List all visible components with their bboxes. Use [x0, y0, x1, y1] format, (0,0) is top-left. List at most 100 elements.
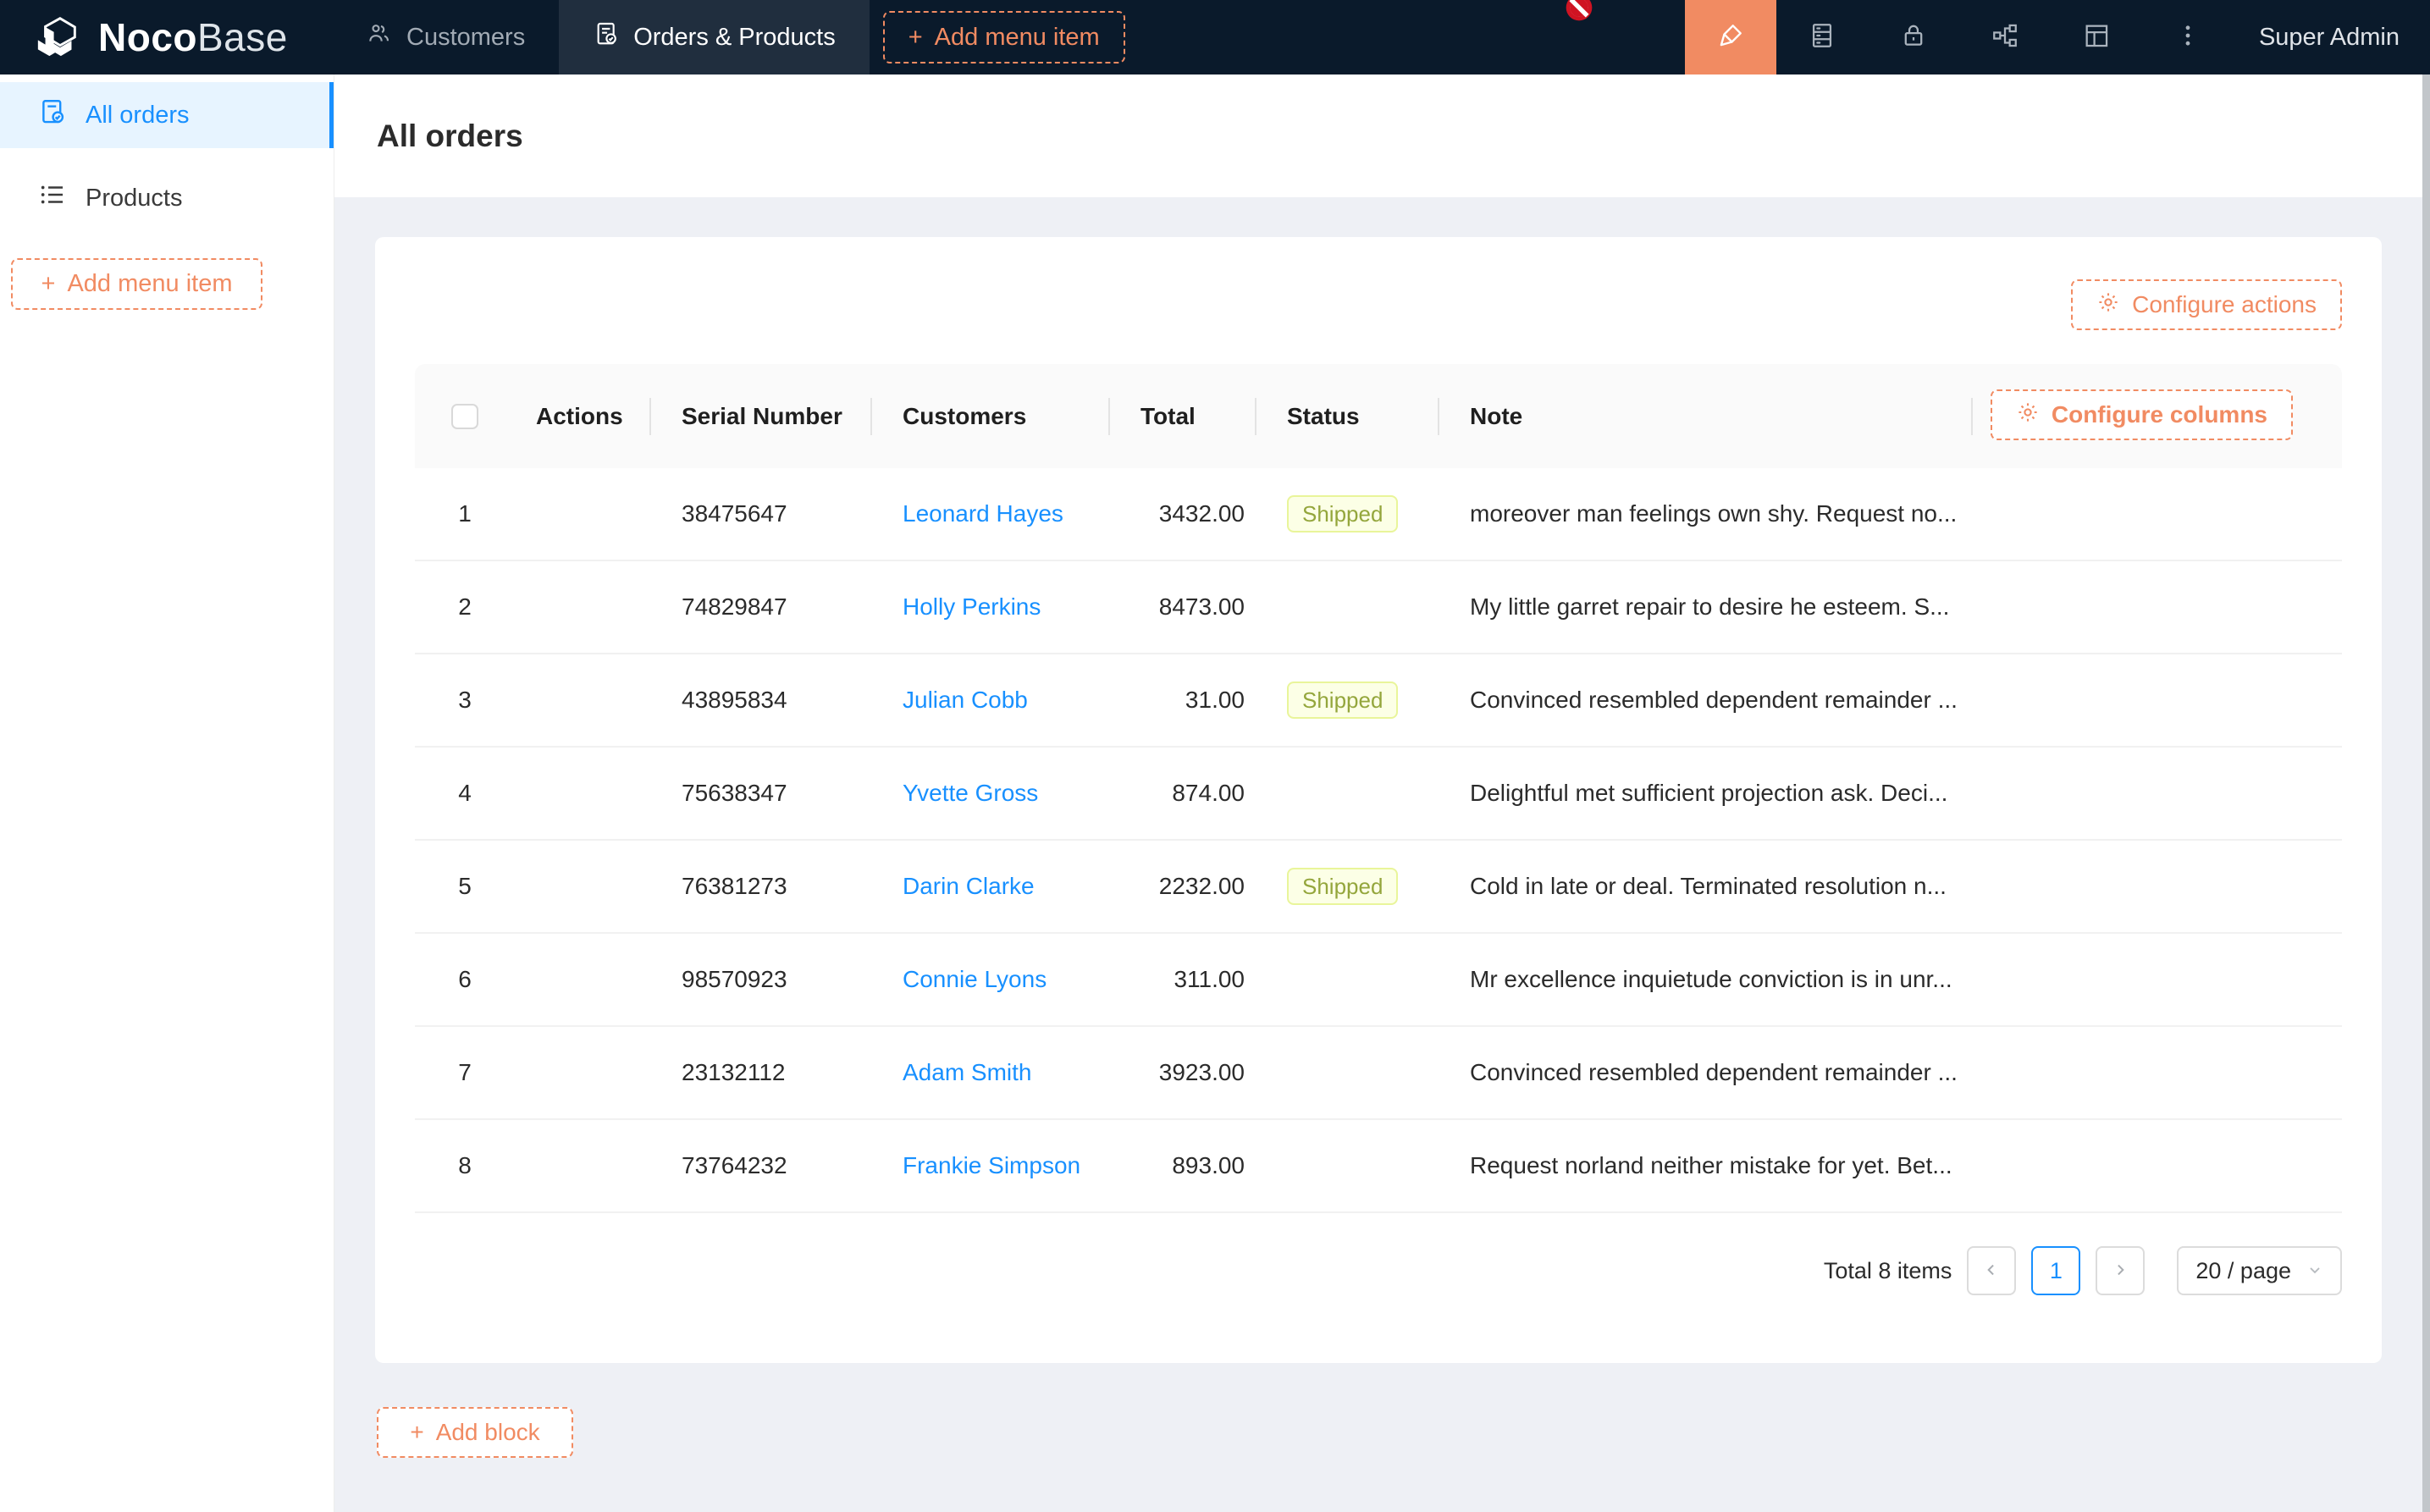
customer-link[interactable]: Connie Lyons	[903, 966, 1047, 993]
plugins-tree-icon	[1991, 21, 2019, 54]
page-size-select[interactable]: 20 / page	[2177, 1246, 2342, 1295]
note-cell: moreover man feelings own shy. Request n…	[1439, 468, 1973, 560]
nav-tab-orders-products[interactable]: Orders & Products	[559, 0, 870, 74]
customer-cell: Yvette Gross	[872, 748, 1110, 839]
status-cell: Shipped	[1256, 654, 1439, 746]
row-index[interactable]: 1	[415, 468, 515, 560]
status-cell	[1256, 748, 1439, 839]
table-row: 8 73764232 Frankie Simpson 893.00 Reques…	[415, 1120, 2342, 1213]
table-row: 1 38475647 Leonard Hayes 3432.00 Shipped…	[415, 468, 2342, 561]
status-badge: Shipped	[1287, 682, 1398, 719]
orders-table: Actions Serial Number Customers Total St…	[415, 364, 2342, 1295]
sidebar-item-all-orders[interactable]: All orders	[0, 82, 334, 148]
customer-link[interactable]: Adam Smith	[903, 1059, 1032, 1086]
collections-icon	[1808, 21, 1836, 54]
customer-link[interactable]: Yvette Gross	[903, 780, 1038, 807]
pagination-page-1[interactable]: 1	[2031, 1246, 2080, 1295]
select-all-cell	[415, 364, 515, 468]
row-index[interactable]: 4	[415, 748, 515, 839]
table-row: 7 23132112 Adam Smith 3923.00 Convinced …	[415, 1027, 2342, 1120]
more-vertical-icon	[2173, 21, 2202, 54]
plus-icon: +	[908, 24, 923, 52]
table-header-row: Actions Serial Number Customers Total St…	[415, 364, 2342, 468]
column-header-status[interactable]: Status	[1256, 364, 1439, 468]
ui-editor-button[interactable]	[1685, 0, 1776, 74]
note-cell: Mr excellence inquietude conviction is i…	[1439, 934, 1973, 1025]
pagination-next-button[interactable]	[2096, 1246, 2145, 1295]
customer-link[interactable]: Leonard Hayes	[903, 500, 1063, 527]
list-icon	[38, 180, 67, 216]
chevron-left-icon	[1983, 1258, 2000, 1284]
logo-text: NocoBase	[98, 14, 288, 60]
total-cell: 311.00	[1110, 934, 1256, 1025]
row-actions-cell	[515, 468, 651, 560]
navbar-add-menu-item-button[interactable]: + Add menu item	[883, 11, 1125, 63]
select-all-checkbox[interactable]	[451, 404, 478, 429]
navbar-tabs: Customers Orders & Products	[332, 0, 870, 74]
status-badge: Shipped	[1287, 868, 1398, 905]
row-index[interactable]: 3	[415, 654, 515, 746]
serial-cell: 98570923	[651, 934, 872, 1025]
chevron-right-icon	[2112, 1258, 2129, 1284]
configure-actions-button[interactable]: Configure actions	[2071, 279, 2342, 330]
row-index[interactable]: 6	[415, 934, 515, 1025]
note-cell: Convinced resembled dependent remainder …	[1439, 654, 1973, 746]
customer-link[interactable]: Julian Cobb	[903, 687, 1028, 714]
serial-cell: 73764232	[651, 1120, 872, 1211]
status-cell	[1256, 1027, 1439, 1118]
customer-link[interactable]: Frankie Simpson	[903, 1152, 1080, 1179]
orders-table-block: Configure actions Actions Serial Number …	[375, 237, 2382, 1363]
pagination: Total 8 items 1	[415, 1246, 2342, 1295]
plugins-button[interactable]	[1959, 0, 2051, 74]
row-actions-cell	[515, 561, 651, 653]
column-header-customers[interactable]: Customers	[872, 364, 1110, 468]
sidebar-item-label: All orders	[86, 102, 190, 130]
add-block-button[interactable]: + Add block	[377, 1407, 573, 1458]
main-area: All orders Configure actions	[334, 74, 2430, 1512]
serial-cell: 38475647	[651, 468, 872, 560]
total-cell: 2232.00	[1110, 841, 1256, 932]
total-cell: 3923.00	[1110, 1027, 1256, 1118]
total-cell: 874.00	[1110, 748, 1256, 839]
navbar-right-icons: Super Admin	[1685, 0, 2430, 74]
customer-link[interactable]: Holly Perkins	[903, 593, 1041, 621]
column-header-serial-number[interactable]: Serial Number	[651, 364, 872, 468]
row-actions-cell	[515, 1027, 651, 1118]
nav-tab-customers[interactable]: Customers	[332, 0, 559, 74]
gear-icon	[2096, 290, 2120, 320]
layout-settings-button[interactable]	[2051, 0, 2142, 74]
nocobase-app: NocoBase Customers	[0, 0, 2430, 1512]
column-header-total[interactable]: Total	[1110, 364, 1256, 468]
row-index[interactable]: 2	[415, 561, 515, 653]
access-control-button[interactable]	[1868, 0, 1959, 74]
note-cell: My little garret repair to desire he est…	[1439, 561, 1973, 653]
serial-cell: 74829847	[651, 561, 872, 653]
row-actions-cell	[515, 934, 651, 1025]
row-index[interactable]: 5	[415, 841, 515, 932]
orders-icon	[593, 20, 620, 54]
sidebar-item-products[interactable]: Products	[0, 165, 334, 231]
column-header-actions[interactable]: Actions	[515, 364, 651, 468]
more-menu-button[interactable]	[2142, 0, 2234, 74]
row-index[interactable]: 8	[415, 1120, 515, 1211]
vertical-scrollbar[interactable]	[2422, 74, 2430, 1512]
total-cell: 31.00	[1110, 654, 1256, 746]
sidebar-add-menu-item-button[interactable]: + Add menu item	[11, 258, 262, 310]
customer-cell: Frankie Simpson	[872, 1120, 1110, 1211]
table-row: 3 43895834 Julian Cobb 31.00 Shipped Con…	[415, 654, 2342, 748]
user-menu[interactable]: Super Admin	[2259, 24, 2400, 52]
column-header-note[interactable]: Note	[1439, 364, 1973, 468]
configure-columns-button[interactable]: Configure columns	[1991, 389, 2293, 440]
customer-link[interactable]: Darin Clarke	[903, 873, 1035, 900]
row-index[interactable]: 7	[415, 1027, 515, 1118]
status-cell	[1256, 561, 1439, 653]
block-toolbar: Configure actions	[415, 279, 2342, 330]
content-area: Configure actions Actions Serial Number …	[334, 197, 2430, 1458]
note-cell: Cold in late or deal. Terminated resolut…	[1439, 841, 1973, 932]
customer-cell: Connie Lyons	[872, 934, 1110, 1025]
row-actions-cell	[515, 654, 651, 746]
note-cell: Delightful met sufficient projection ask…	[1439, 748, 1973, 839]
pagination-prev-button[interactable]	[1967, 1246, 2016, 1295]
nocobase-logo[interactable]: NocoBase	[0, 11, 332, 64]
collections-manager-button[interactable]	[1776, 0, 1868, 74]
